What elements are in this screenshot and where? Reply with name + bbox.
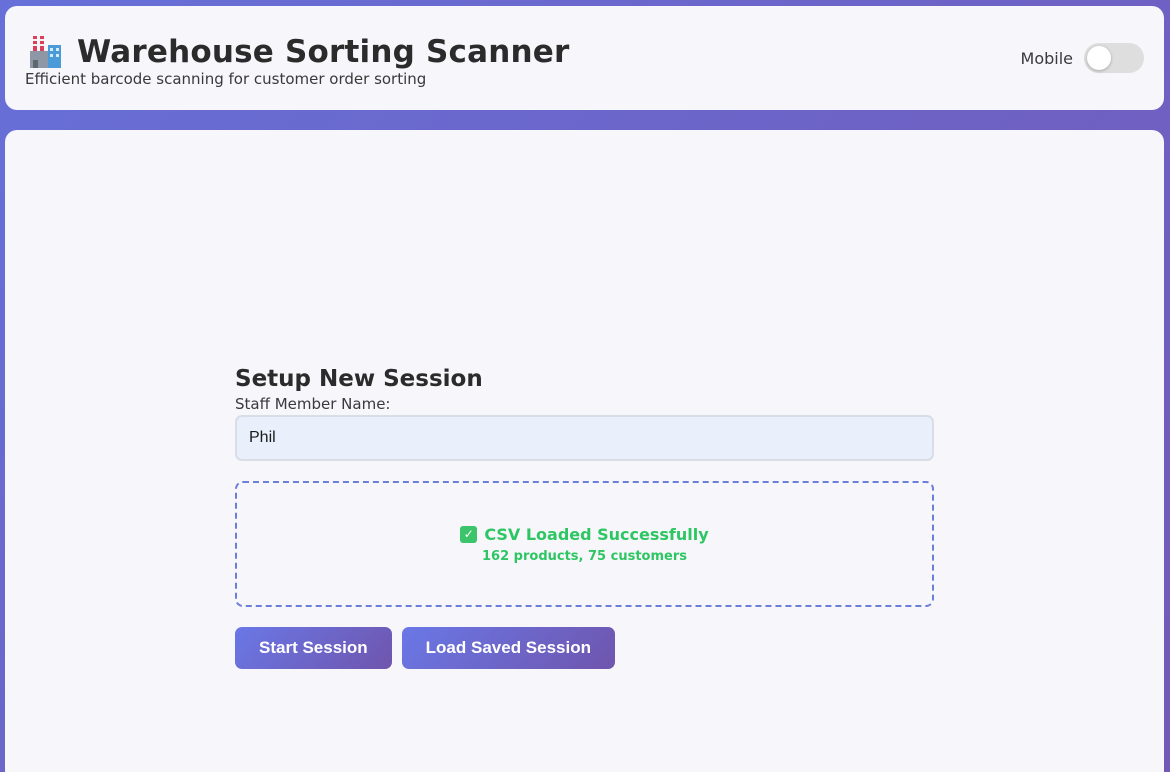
mobile-label: Mobile bbox=[1020, 48, 1073, 68]
toggle-knob bbox=[1087, 46, 1111, 70]
page-subtitle: Efficient barcode scanning for customer … bbox=[25, 70, 427, 88]
csv-status-text: CSV Loaded Successfully bbox=[484, 524, 709, 544]
staff-name-label: Staff Member Name: bbox=[235, 395, 391, 413]
load-saved-session-button[interactable]: Load Saved Session bbox=[401, 627, 615, 669]
csv-dropzone[interactable]: ✓ CSV Loaded Successfully 162 products, … bbox=[235, 481, 934, 607]
staff-name-input[interactable] bbox=[235, 415, 934, 461]
setup-section: Setup New Session Staff Member Name: ✓ C… bbox=[235, 366, 934, 669]
factory-icon bbox=[27, 34, 63, 70]
csv-detail: 162 products, 75 customers bbox=[482, 548, 687, 564]
page-title: Warehouse Sorting Scanner bbox=[77, 34, 570, 70]
csv-status: ✓ CSV Loaded Successfully bbox=[460, 524, 709, 544]
mobile-toggle-group: Mobile bbox=[1021, 43, 1144, 73]
start-session-button[interactable]: Start Session bbox=[235, 627, 392, 669]
action-buttons: Start Session Load Saved Session bbox=[235, 627, 934, 669]
mobile-toggle[interactable] bbox=[1084, 43, 1144, 73]
main-panel: Setup New Session Staff Member Name: ✓ C… bbox=[5, 130, 1164, 772]
app-header: Warehouse Sorting Scanner Efficient barc… bbox=[5, 6, 1164, 110]
setup-title: Setup New Session bbox=[235, 366, 483, 392]
title-row: Warehouse Sorting Scanner bbox=[27, 34, 570, 70]
check-icon: ✓ bbox=[460, 525, 478, 543]
